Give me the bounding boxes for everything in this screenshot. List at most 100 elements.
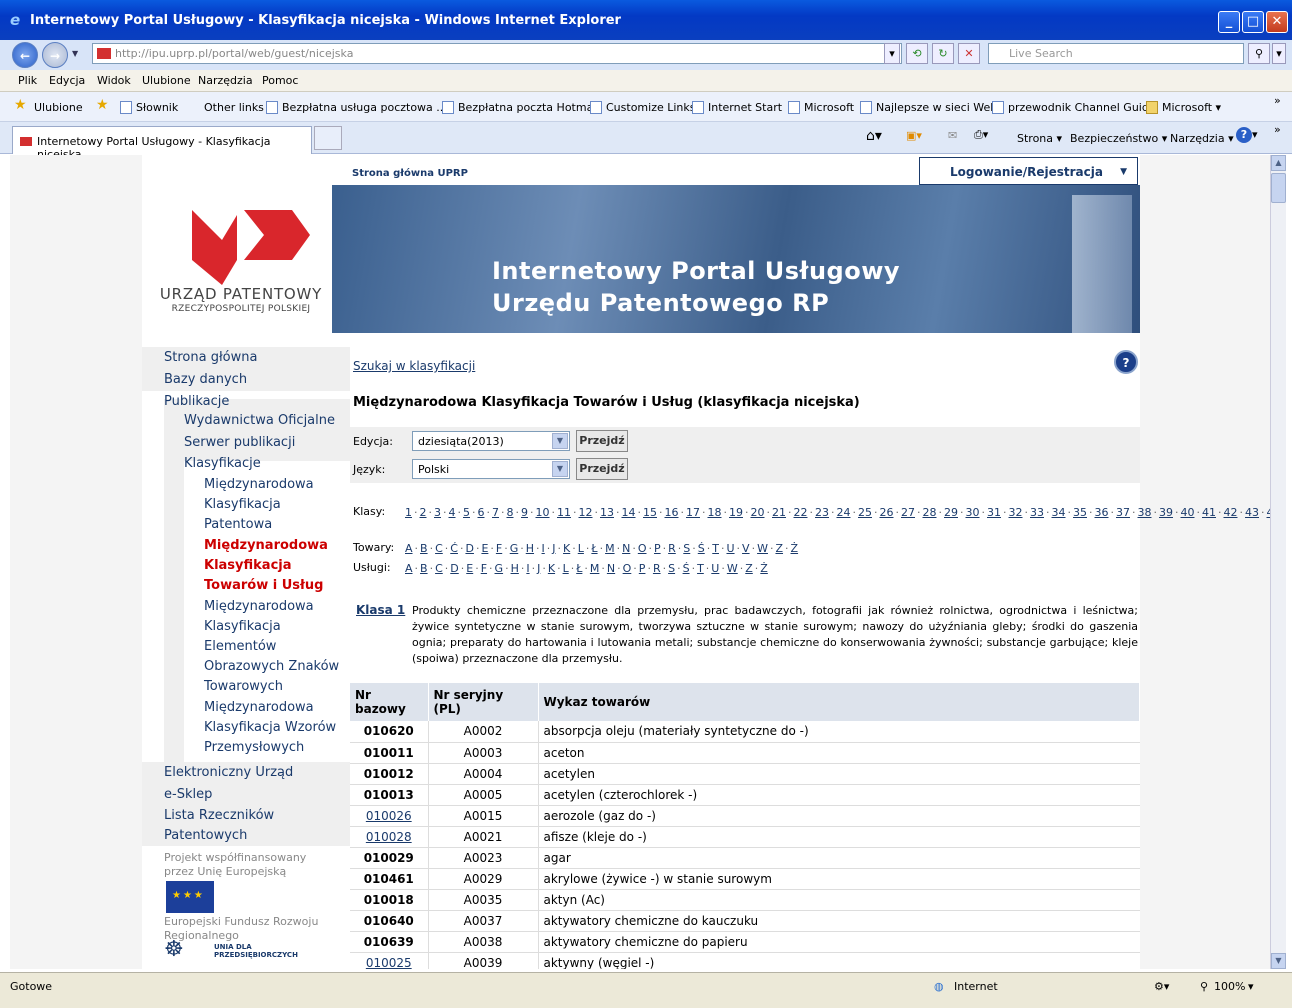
klasy-link[interactable]: 13 bbox=[600, 506, 614, 519]
menu-plik[interactable]: Plik bbox=[18, 74, 37, 87]
favorites-button[interactable]: Ulubione bbox=[34, 101, 83, 114]
forward-button[interactable]: → bbox=[42, 42, 68, 68]
klasy-link[interactable]: 10 bbox=[536, 506, 550, 519]
back-button[interactable]: ← bbox=[12, 42, 38, 68]
menu-narzedzia[interactable]: Narzędzia bbox=[198, 74, 253, 87]
towary-link[interactable]: L bbox=[578, 542, 584, 555]
klasy-link[interactable]: 43 bbox=[1245, 506, 1259, 519]
add-favorite-icon[interactable]: ★ bbox=[96, 97, 109, 113]
favorites-star-icon[interactable]: ★ bbox=[14, 97, 27, 113]
sidebar-item-mkp[interactable]: Międzynarodowa Klasyfikacja Patentowa bbox=[184, 475, 350, 535]
sidebar-item-wydawnictwa[interactable]: Wydawnictwa Oficjalne bbox=[164, 411, 350, 428]
scroll-down-icon[interactable]: ▼ bbox=[1271, 953, 1286, 969]
uslugi-link[interactable]: L bbox=[563, 562, 569, 575]
search-classification-link[interactable]: Szukaj w klasyfikacji bbox=[353, 359, 475, 373]
klasy-link[interactable]: 21 bbox=[772, 506, 786, 519]
towary-link[interactable]: C bbox=[435, 542, 443, 555]
scroll-thumb[interactable] bbox=[1271, 173, 1286, 203]
protected-mode-icon[interactable]: ⚙▾ bbox=[1154, 980, 1169, 993]
klasy-link[interactable]: 23 bbox=[815, 506, 829, 519]
klasy-link[interactable]: 37 bbox=[1116, 506, 1130, 519]
towary-link[interactable]: U bbox=[726, 542, 734, 555]
vertical-scrollbar[interactable]: ▲ ▼ bbox=[1270, 155, 1286, 969]
sidebar-item-rzecznicy[interactable]: Lista Rzeczników Patentowych bbox=[142, 806, 350, 846]
towary-link[interactable]: Z bbox=[775, 542, 783, 555]
towary-link[interactable]: K bbox=[563, 542, 570, 555]
nr-bazowy-cell[interactable]: 010026 bbox=[350, 805, 428, 827]
compatibility-icon[interactable]: ⟲ bbox=[906, 43, 928, 64]
fav-link[interactable]: Customize Links bbox=[590, 101, 696, 114]
klasy-link[interactable]: 6 bbox=[478, 506, 485, 519]
klasy-link[interactable]: 41 bbox=[1202, 506, 1216, 519]
fav-link[interactable]: Bezpłatna usługa pocztowa ... bbox=[266, 101, 447, 114]
klasy-link[interactable]: 1 bbox=[405, 506, 412, 519]
towary-link[interactable]: O bbox=[638, 542, 647, 555]
towary-link[interactable]: I bbox=[542, 542, 545, 555]
klasy-link[interactable]: 36 bbox=[1095, 506, 1109, 519]
klasy-link[interactable]: 3 bbox=[434, 506, 441, 519]
klasy-link[interactable]: 16 bbox=[665, 506, 679, 519]
sidebar-item-mkwp[interactable]: Międzynarodowa Klasyfikacja Wzorów Przem… bbox=[184, 698, 350, 758]
klasy-link[interactable]: 22 bbox=[794, 506, 808, 519]
klasy-link[interactable]: 20 bbox=[751, 506, 765, 519]
menu-edycja[interactable]: Edycja bbox=[49, 74, 85, 87]
tool-bezpieczenstwo[interactable]: Bezpieczeństwo ▾ bbox=[1070, 132, 1167, 145]
edycja-go-button[interactable]: Przejdź bbox=[576, 430, 628, 452]
klasy-link[interactable]: 35 bbox=[1073, 506, 1087, 519]
uslugi-link[interactable]: O bbox=[623, 562, 632, 575]
towary-link[interactable]: B bbox=[420, 542, 428, 555]
klasy-link[interactable]: 24 bbox=[837, 506, 851, 519]
uslugi-link[interactable]: R bbox=[653, 562, 661, 575]
uslugi-link[interactable]: Ż bbox=[760, 562, 768, 575]
towary-link[interactable]: N bbox=[622, 542, 630, 555]
klasy-link[interactable]: 29 bbox=[944, 506, 958, 519]
edycja-select[interactable]: dziesiąta(2013) ▼ bbox=[412, 431, 570, 451]
nr-bazowy[interactable]: 010026 bbox=[366, 809, 412, 823]
address-dropdown-icon[interactable]: ▾ bbox=[884, 43, 900, 64]
fav-folder[interactable]: Microsoft ▾ bbox=[1146, 101, 1221, 114]
towary-link[interactable]: Ł bbox=[591, 542, 597, 555]
sidebar-item-bazy-danych[interactable]: Bazy danych bbox=[142, 369, 350, 391]
menu-ulubione[interactable]: Ulubione bbox=[142, 74, 191, 87]
login-dropdown[interactable]: Logowanie/Rejestracja ▼ bbox=[919, 157, 1138, 185]
uprp-logo[interactable]: URZĄD PATENTOWY RZECZYPOSPOLITEJ POLSKIE… bbox=[152, 205, 322, 325]
towary-link[interactable]: J bbox=[552, 542, 555, 555]
uslugi-link[interactable]: Ł bbox=[576, 562, 582, 575]
klasy-link[interactable]: 25 bbox=[858, 506, 872, 519]
refresh-icon[interactable]: ↻ bbox=[932, 43, 954, 64]
klasy-link[interactable]: 30 bbox=[966, 506, 980, 519]
towary-link[interactable]: F bbox=[496, 542, 502, 555]
menu-pomoc[interactable]: Pomoc bbox=[262, 74, 298, 87]
zoom-dropdown-icon[interactable]: ▾ bbox=[1248, 980, 1254, 993]
klasy-link[interactable]: 2 bbox=[420, 506, 427, 519]
uslugi-link[interactable]: N bbox=[607, 562, 615, 575]
tool-strona[interactable]: Strona ▾ bbox=[1017, 132, 1062, 145]
towary-link[interactable]: R bbox=[668, 542, 676, 555]
uslugi-link[interactable]: U bbox=[711, 562, 719, 575]
klasy-link[interactable]: 7 bbox=[492, 506, 499, 519]
maximize-button[interactable]: □ bbox=[1242, 11, 1264, 33]
towary-link[interactable]: G bbox=[510, 542, 519, 555]
towary-link[interactable]: Ć bbox=[450, 542, 458, 555]
menu-widok[interactable]: Widok bbox=[97, 74, 131, 87]
klasy-link[interactable]: 18 bbox=[708, 506, 722, 519]
klasy-link[interactable]: 11 bbox=[557, 506, 571, 519]
sidebar-item-e-urzad[interactable]: Elektroniczny Urząd bbox=[142, 762, 350, 784]
jezyk-select[interactable]: Polski ▼ bbox=[412, 459, 570, 479]
nr-bazowy-cell[interactable]: 010025 bbox=[350, 952, 428, 969]
sidebar-item-publikacje[interactable]: Publikacje bbox=[142, 391, 350, 413]
fav-link[interactable]: Najlepsze w sieci Web bbox=[860, 101, 997, 114]
klasy-link[interactable]: 15 bbox=[643, 506, 657, 519]
close-button[interactable]: ✕ bbox=[1266, 11, 1288, 33]
sidebar-item-klasyfikacje[interactable]: Klasyfikacje bbox=[164, 454, 350, 471]
nr-bazowy[interactable]: 010028 bbox=[366, 830, 412, 844]
history-dropdown-icon[interactable]: ▼ bbox=[72, 49, 78, 58]
towary-link[interactable]: P bbox=[654, 542, 661, 555]
towary-link[interactable]: A bbox=[405, 542, 413, 555]
sidebar-item-e-sklep[interactable]: e-Sklep bbox=[142, 784, 350, 806]
towary-link[interactable]: E bbox=[481, 542, 488, 555]
scroll-up-icon[interactable]: ▲ bbox=[1271, 155, 1286, 171]
help-icon[interactable]: ? ▾ bbox=[1236, 127, 1258, 143]
uslugi-link[interactable]: K bbox=[548, 562, 555, 575]
klasy-link[interactable]: 34 bbox=[1052, 506, 1066, 519]
